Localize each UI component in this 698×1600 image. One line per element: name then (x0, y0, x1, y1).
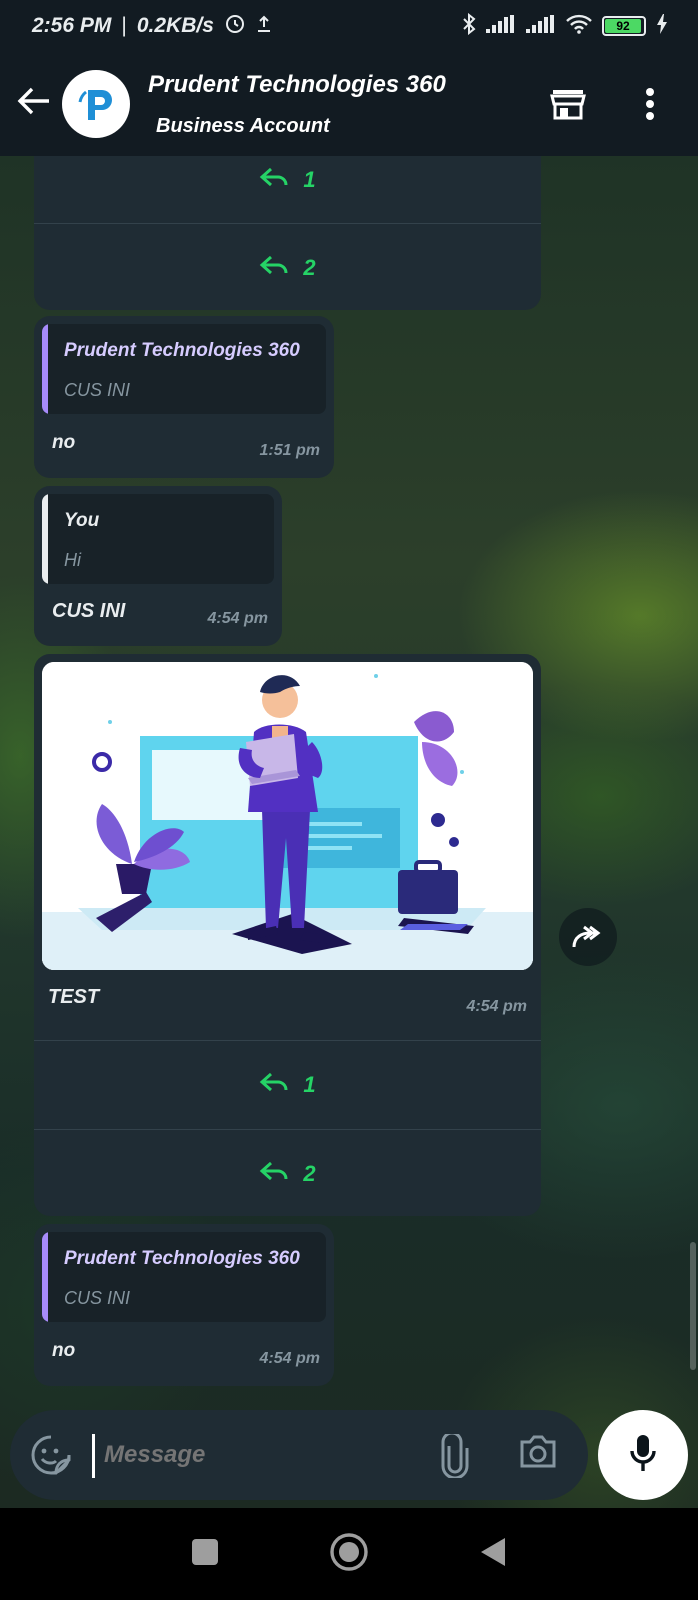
quote-sender: Prudent Technologies 360 (64, 1248, 300, 1269)
avatar[interactable] (62, 70, 130, 138)
message-text: no (52, 1340, 76, 1361)
quick-reply-button-2[interactable]: 2 (34, 1130, 541, 1218)
attach-icon[interactable] (440, 1431, 470, 1483)
mic-button[interactable] (598, 1410, 688, 1500)
message-composer (10, 1410, 588, 1500)
chat-header: Prudent Technologies 360 Business Accoun… (0, 52, 698, 156)
status-separator: | (121, 14, 127, 37)
quoted-message[interactable]: Prudent Technologies 360 CUS INI (42, 324, 326, 414)
scrollbar[interactable] (690, 1242, 696, 1370)
illustration-person-laptop (42, 662, 533, 970)
status-speed: 0.2KB/s (136, 14, 214, 37)
header-titles[interactable]: Prudent Technologies 360 Business Accoun… (148, 71, 538, 138)
quoted-message[interactable]: You Hi (42, 494, 274, 584)
battery-icon: 92 (602, 16, 646, 36)
signal-icon (486, 14, 516, 38)
quote-sender: You (64, 510, 100, 531)
quote-sender: Prudent Technologies 360 (64, 340, 300, 361)
wifi-icon (566, 14, 592, 39)
mic-icon (629, 1433, 657, 1478)
camera-icon[interactable] (518, 1434, 558, 1475)
media-image[interactable] (42, 662, 533, 970)
chat-title: Prudent Technologies 360 (148, 70, 446, 98)
signal-icon-2 (526, 14, 556, 38)
quote-bar (42, 1232, 48, 1322)
chat-subtitle: Business Account (156, 114, 330, 137)
quick-reply-button-1[interactable]: 1 (34, 1041, 541, 1129)
message-time: 1:51 pm (259, 442, 320, 459)
message-input[interactable] (104, 1432, 424, 1478)
upload-icon (256, 13, 272, 39)
reply-arrow-icon (259, 253, 289, 283)
status-time: 2:56 PM (32, 14, 112, 37)
bluetooth-icon (462, 12, 476, 40)
message-bubble-media[interactable]: TEST 4:54 pm 1 2 (34, 654, 541, 1216)
back-nav-icon[interactable] (479, 1536, 507, 1573)
more-vert-icon[interactable] (620, 74, 680, 134)
message-bubble-reply-1[interactable]: Prudent Technologies 360 CUS INI no 1:51… (34, 316, 334, 478)
quoted-message[interactable]: Prudent Technologies 360 CUS INI (42, 1232, 326, 1322)
reply-arrow-icon (259, 165, 289, 195)
store-icon[interactable] (538, 74, 598, 134)
message-text: no (52, 432, 76, 453)
battery-level: 92 (605, 19, 641, 33)
quote-text: CUS INI (64, 1288, 131, 1308)
emoji-sticker-icon[interactable] (30, 1434, 72, 1481)
home-icon[interactable] (329, 1532, 369, 1577)
charging-icon (656, 13, 668, 39)
recents-icon[interactable] (191, 1538, 219, 1571)
quick-reply-label: 2 (303, 1161, 316, 1186)
message-time: 4:54 pm (207, 610, 268, 627)
text-cursor (92, 1434, 95, 1478)
quote-text: CUS INI (64, 380, 131, 400)
quote-bar (42, 494, 48, 584)
status-bar: 2:56 PM | 0.2KB/s 92 (0, 0, 698, 52)
alarm-icon (224, 12, 246, 40)
quick-reply-button-2[interactable]: 2 (34, 224, 541, 312)
quick-reply-button-1[interactable]: 1 (34, 156, 541, 224)
quote-text: Hi (64, 550, 81, 570)
reply-arrow-icon (259, 1070, 289, 1100)
quote-bar (42, 324, 48, 414)
forward-icon[interactable] (559, 908, 617, 966)
quick-reply-label: 2 (303, 255, 316, 280)
message-text: CUS INI (52, 600, 126, 622)
system-nav-bar (0, 1508, 698, 1600)
message-time: 4:54 pm (259, 1350, 320, 1367)
quick-reply-label: 1 (303, 1072, 316, 1097)
message-bubble-reply-3[interactable]: Prudent Technologies 360 CUS INI no 4:54… (34, 1224, 334, 1386)
message-bubble-buttons-top: 1 2 (34, 156, 541, 310)
message-bubble-reply-2[interactable]: You Hi CUS INI 4:54 pm (34, 486, 282, 646)
reply-arrow-icon (259, 1159, 289, 1189)
message-time: 4:54 pm (466, 998, 527, 1015)
media-caption: TEST (48, 986, 100, 1008)
back-arrow-icon[interactable] (6, 83, 62, 126)
quick-reply-label: 1 (303, 167, 316, 192)
chat-area[interactable]: 1 2 Prudent Technologies 360 CUS INI no … (0, 156, 698, 1508)
